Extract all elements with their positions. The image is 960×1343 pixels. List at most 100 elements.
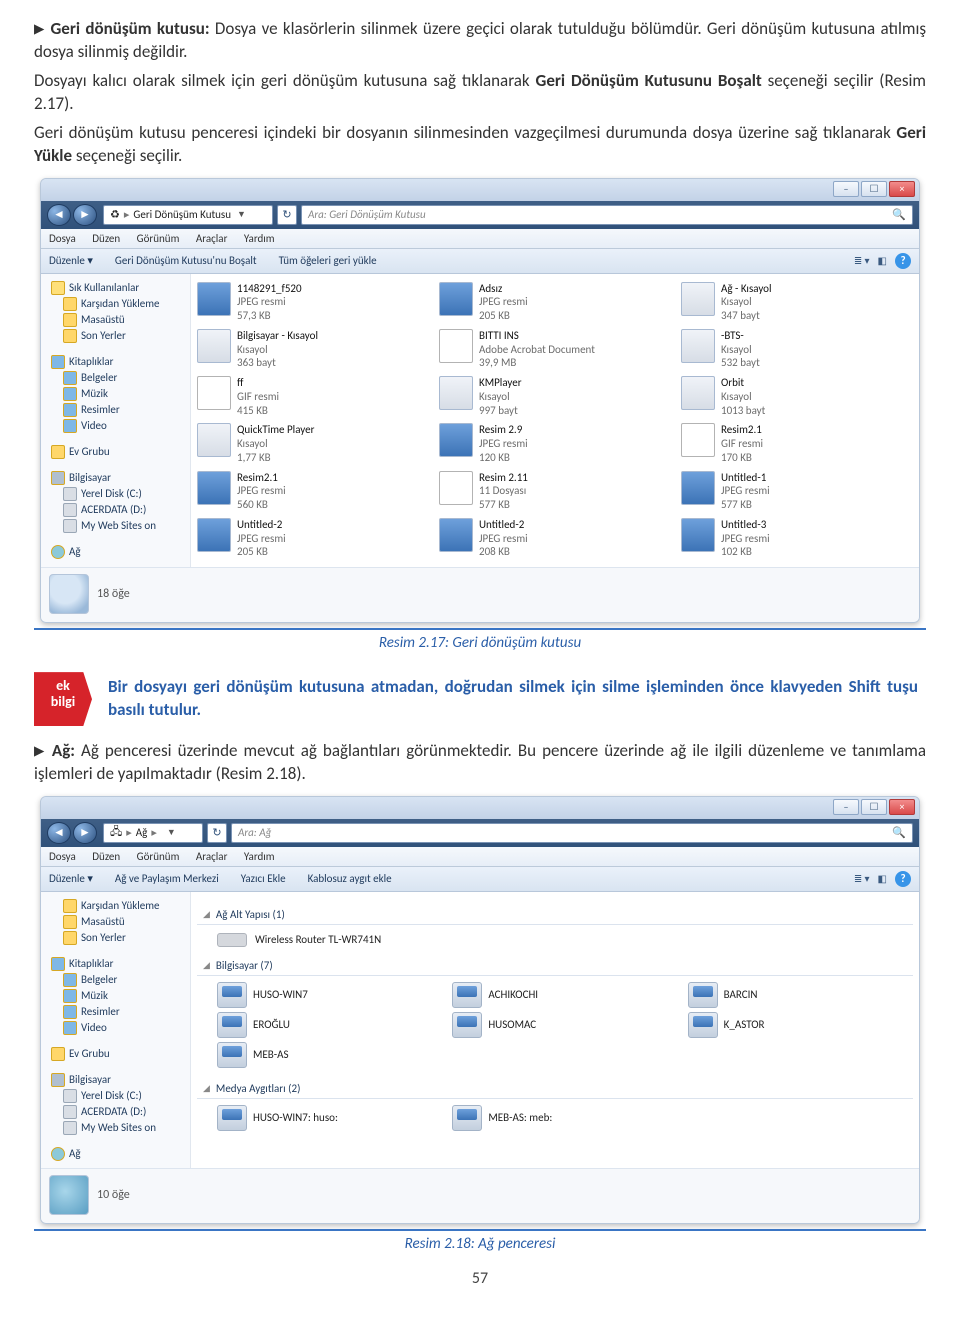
nav-documents[interactable]: Belgeler xyxy=(45,370,190,386)
close-button[interactable]: × xyxy=(889,181,915,197)
file-item[interactable]: 1148291_f520 JPEG resmi 57,3 KB xyxy=(197,282,429,323)
search-input[interactable]: Ara: Ağ 🔍 xyxy=(231,823,913,843)
computer-item[interactable]: EROĞLU xyxy=(217,1012,442,1038)
menu-edit[interactable]: Düzen xyxy=(92,232,120,245)
file-item[interactable]: Untitled-1 JPEG resmi 577 KB xyxy=(681,471,913,512)
forward-button[interactable]: ► xyxy=(73,204,97,226)
group-media[interactable]: ◢ Medya Aygıtları (2) xyxy=(197,1078,913,1099)
computer-item[interactable]: BARCIN xyxy=(688,982,913,1008)
nav-computer[interactable]: Bilgisayar xyxy=(45,470,190,486)
router-item[interactable]: Wireless Router TL-WR741N xyxy=(197,929,913,951)
computer-item[interactable]: HUSOMAC xyxy=(452,1012,677,1038)
refresh-button[interactable]: ↻ xyxy=(277,205,297,225)
toolbar-organize[interactable]: Düzenle ▾ xyxy=(49,254,93,267)
menu-view[interactable]: Görünüm xyxy=(137,850,180,863)
group-infrastructure[interactable]: ◢ Ağ Alt Yapısı (1) xyxy=(197,904,913,925)
file-item[interactable]: BITTI INS Adobe Acrobat Document 39,9 MB xyxy=(439,329,671,370)
file-item[interactable]: Untitled-2 JPEG resmi 205 KB xyxy=(197,518,429,559)
computer-item[interactable]: ACHIKOCHI xyxy=(452,982,677,1008)
nav-drive-d[interactable]: ACERDATA (D:) xyxy=(45,1104,190,1120)
computer-item[interactable]: HUSO-WIN7 xyxy=(217,982,442,1008)
preview-pane-icon[interactable]: ◧ xyxy=(878,872,887,885)
media-device-item[interactable]: HUSO-WIN7: huso: xyxy=(217,1105,442,1131)
view-mode-icon[interactable]: ≣ ▾ xyxy=(854,872,870,885)
view-mode-icon[interactable]: ≣ ▾ xyxy=(854,254,870,267)
nav-music[interactable]: Müzik xyxy=(45,988,190,1004)
menu-help[interactable]: Yardım xyxy=(244,850,275,863)
nav-libraries[interactable]: Kitaplıklar xyxy=(45,956,190,972)
file-item[interactable]: Orbit Kısayol 1013 bayt xyxy=(681,376,913,417)
nav-desktop[interactable]: Masaüstü xyxy=(45,914,190,930)
file-item[interactable]: Adsız JPEG resmi 205 KB xyxy=(439,282,671,323)
help-icon[interactable]: ? xyxy=(895,253,911,269)
file-item[interactable]: Untitled-3 JPEG resmi 102 KB xyxy=(681,518,913,559)
file-item[interactable]: QuickTime Player Kısayol 1,77 KB xyxy=(197,423,429,464)
nav-pictures[interactable]: Resimler xyxy=(45,402,190,418)
maximize-button[interactable]: ☐ xyxy=(861,181,887,197)
menu-view[interactable]: Görünüm xyxy=(137,232,180,245)
file-item[interactable]: Ağ - Kısayol Kısayol 347 bayt xyxy=(681,282,913,323)
nav-drive-d[interactable]: ACERDATA (D:) xyxy=(45,502,190,518)
minimize-button[interactable]: – xyxy=(833,181,859,197)
maximize-button[interactable]: ☐ xyxy=(861,799,887,815)
menu-edit[interactable]: Düzen xyxy=(92,850,120,863)
nav-websites[interactable]: My Web Sites on xyxy=(45,1120,190,1136)
toolbar-add-wireless[interactable]: Kablosuz aygıt ekle xyxy=(308,872,392,885)
file-item[interactable]: Resim2.1 GIF resmi 170 KB xyxy=(681,423,913,464)
nav-documents[interactable]: Belgeler xyxy=(45,972,190,988)
menu-file[interactable]: Dosya xyxy=(49,232,76,245)
nav-network[interactable]: Ağ xyxy=(45,544,190,560)
nav-video[interactable]: Video xyxy=(45,418,190,434)
computer-item[interactable]: MEB-AS xyxy=(217,1042,442,1068)
toolbar-empty[interactable]: Geri Dönüşüm Kutusu'nu Boşalt xyxy=(115,254,257,267)
media-device-item[interactable]: MEB-AS: meb: xyxy=(452,1105,677,1131)
file-item[interactable]: Resim2.1 JPEG resmi 560 KB xyxy=(197,471,429,512)
nav-desktop[interactable]: Masaüstü xyxy=(45,312,190,328)
breadcrumb[interactable]: 🖧 ▸ Ağ ▸ ▼ xyxy=(103,823,203,843)
forward-button[interactable]: ► xyxy=(73,822,97,844)
breadcrumb[interactable]: ♻ ▸ Geri Dönüşüm Kutusu ▼ xyxy=(103,205,273,225)
nav-recent[interactable]: Son Yerler xyxy=(45,930,190,946)
file-item[interactable]: Bilgisayar - Kısayol Kısayol 363 bayt xyxy=(197,329,429,370)
search-input[interactable]: Ara: Geri Dönüşüm Kutusu 🔍 xyxy=(301,205,913,225)
group-computers[interactable]: ◢ Bilgisayar (7) xyxy=(197,955,913,976)
refresh-button[interactable]: ↻ xyxy=(207,823,227,843)
file-item[interactable]: Untitled-2 JPEG resmi 208 KB xyxy=(439,518,671,559)
back-button[interactable]: ◄ xyxy=(47,822,71,844)
nav-websites[interactable]: My Web Sites on xyxy=(45,518,190,534)
nav-libraries[interactable]: Kitaplıklar xyxy=(45,354,190,370)
toolbar-organize[interactable]: Düzenle ▾ xyxy=(49,872,93,885)
nav-music[interactable]: Müzik xyxy=(45,386,190,402)
menu-tools[interactable]: Araçlar xyxy=(196,232,228,245)
computer-item[interactable]: K_ASTOR xyxy=(688,1012,913,1038)
nav-recent[interactable]: Son Yerler xyxy=(45,328,190,344)
close-button[interactable]: × xyxy=(889,799,915,815)
toolbar-restore-all[interactable]: Tüm öğeleri geri yükle xyxy=(279,254,377,267)
nav-downloads[interactable]: Karşıdan Yükleme xyxy=(45,296,190,312)
nav-homegroup[interactable]: Ev Grubu xyxy=(45,1046,190,1062)
toolbar-network-center[interactable]: Ağ ve Paylaşım Merkezi xyxy=(115,872,219,885)
file-item[interactable]: KMPlayer Kısayol 997 bayt xyxy=(439,376,671,417)
menu-help[interactable]: Yardım xyxy=(244,232,275,245)
toolbar-add-printer[interactable]: Yazıcı Ekle xyxy=(241,872,286,885)
nav-favorites[interactable]: Sık Kullanılanlar xyxy=(45,280,190,296)
help-icon[interactable]: ? xyxy=(895,871,911,887)
nav-downloads[interactable]: Karşıdan Yükleme xyxy=(45,898,190,914)
chevron-down-icon[interactable]: ▼ xyxy=(237,209,246,220)
nav-video[interactable]: Video xyxy=(45,1020,190,1036)
nav-drive-c[interactable]: Yerel Disk (C:) xyxy=(45,1088,190,1104)
back-button[interactable]: ◄ xyxy=(47,204,71,226)
minimize-button[interactable]: – xyxy=(833,799,859,815)
file-item[interactable]: ff GIF resmi 415 KB xyxy=(197,376,429,417)
file-item[interactable]: Resim 2.9 JPEG resmi 120 KB xyxy=(439,423,671,464)
file-item[interactable]: -BTS- Kısayol 532 bayt xyxy=(681,329,913,370)
menu-file[interactable]: Dosya xyxy=(49,850,76,863)
menu-tools[interactable]: Araçlar xyxy=(196,850,228,863)
nav-homegroup[interactable]: Ev Grubu xyxy=(45,444,190,460)
nav-network[interactable]: Ağ xyxy=(45,1146,190,1162)
nav-drive-c[interactable]: Yerel Disk (C:) xyxy=(45,486,190,502)
preview-pane-icon[interactable]: ◧ xyxy=(878,254,887,267)
nav-pictures[interactable]: Resimler xyxy=(45,1004,190,1020)
nav-computer[interactable]: Bilgisayar xyxy=(45,1072,190,1088)
file-item[interactable]: Resim 2.11 11 Dosyası 577 KB xyxy=(439,471,671,512)
